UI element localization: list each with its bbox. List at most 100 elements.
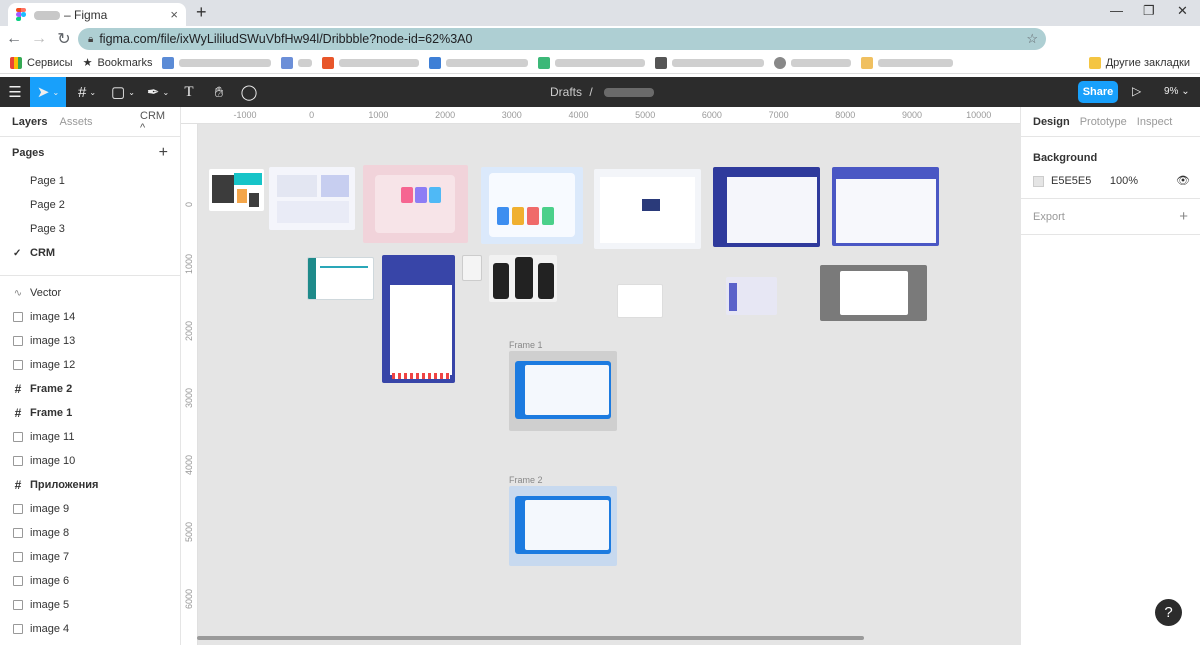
background-color-swatch[interactable] <box>1033 175 1044 187</box>
layer-item[interactable]: image 3 <box>0 641 180 645</box>
layer-item[interactable]: # Frame 1 <box>0 401 180 425</box>
reload-icon[interactable]: ↻ <box>53 29 75 49</box>
file-name[interactable] <box>604 88 655 98</box>
breadcrumb-separator: / <box>589 85 593 99</box>
canvas-image-thumbnail[interactable] <box>820 265 927 321</box>
bookmark-item[interactable] <box>322 56 420 69</box>
image-layer-icon <box>13 456 23 466</box>
main-menu-icon[interactable]: ☰ <box>0 77 30 107</box>
tab-layers[interactable]: Layers <box>12 116 47 128</box>
layer-item[interactable]: image 12 <box>0 353 180 377</box>
layer-item[interactable]: image 9 <box>0 497 180 521</box>
figma-toolbar: ☰ ➤ ⌄ # ⌄ ▢ ⌄ ✒ ⌄ T ✋︎ ◯ Drafts / Share ▷ 9%… <box>0 77 1200 107</box>
layer-item[interactable]: image 7 <box>0 545 180 569</box>
layer-item-label: image 8 <box>30 527 70 539</box>
bookmark-item[interactable] <box>774 56 852 69</box>
frame-2-label[interactable]: Frame 2 <box>509 475 543 485</box>
pages-list: Page 1 Page 2 Page 3 ✓ CRM <box>0 169 180 265</box>
layer-item[interactable]: image 14 <box>0 305 180 329</box>
bookmark-item[interactable] <box>429 56 529 69</box>
canvas-image-thumbnail[interactable] <box>713 167 820 247</box>
close-window-button[interactable]: ✕ <box>1177 3 1188 19</box>
bookmark-item[interactable] <box>162 56 272 69</box>
canvas-image-thumbnail[interactable] <box>462 255 482 281</box>
frame-tool-icon[interactable]: # ⌄ <box>72 77 102 107</box>
bookmark-item[interactable] <box>281 56 313 69</box>
frame-1-label[interactable]: Frame 1 <box>509 340 543 350</box>
url-field[interactable]: 🔒︎ figma.com/file/ixWyLililudSWuVbfHw94l… <box>78 28 1046 50</box>
canvas-image-thumbnail[interactable] <box>382 255 455 383</box>
other-bookmarks[interactable]: Другие закладки <box>1088 56 1190 69</box>
page-item[interactable]: ✓ CRM <box>0 241 180 265</box>
tab-assets[interactable]: Assets <box>59 116 92 128</box>
bookmark-services[interactable]: Сервисы <box>10 56 73 69</box>
layer-item[interactable]: ∿ Vector <box>0 281 180 305</box>
frame-2[interactable] <box>509 486 617 566</box>
bookmark-item[interactable] <box>655 56 765 69</box>
page-item[interactable]: Page 2 <box>0 193 180 217</box>
help-button[interactable]: ? <box>1155 599 1182 626</box>
bookmark-item[interactable] <box>538 56 646 69</box>
add-export-plus-icon[interactable]: + <box>1179 208 1188 225</box>
back-arrow-icon[interactable]: ← <box>3 30 25 48</box>
browser-tab-figma[interactable]: – Figma × <box>8 3 186 26</box>
canvas-image-thumbnail[interactable] <box>594 169 701 249</box>
background-color-value[interactable]: E5E5E5 <box>1051 175 1091 187</box>
comment-tool-icon[interactable]: ◯ <box>236 77 262 107</box>
layer-item[interactable]: image 11 <box>0 425 180 449</box>
canvas-image-thumbnail[interactable] <box>489 255 557 302</box>
canvas-image-thumbnail[interactable] <box>307 257 374 300</box>
page-item[interactable]: Page 1 <box>0 169 180 193</box>
bookmark-item[interactable] <box>861 56 954 69</box>
ruler-tick-label: 5000 <box>635 110 656 120</box>
hand-tool-icon[interactable]: ✋︎ <box>206 77 232 107</box>
page-item-label: CRM <box>30 247 56 259</box>
page-selector[interactable]: CRM ^ <box>140 110 168 134</box>
canvas-image-thumbnail[interactable] <box>617 284 663 318</box>
new-tab-button[interactable]: + <box>196 2 207 23</box>
tab-prototype[interactable]: Prototype <box>1080 116 1127 128</box>
image-layer-icon <box>13 432 23 442</box>
layer-item-label: image 10 <box>30 455 76 467</box>
layer-item[interactable]: # Frame 2 <box>0 377 180 401</box>
minimize-button[interactable]: — <box>1110 3 1123 18</box>
canvas-image-thumbnail[interactable] <box>363 165 468 243</box>
frame-1[interactable] <box>509 351 617 431</box>
pen-tool-icon[interactable]: ✒ ⌄ <box>143 77 173 107</box>
canvas-image-thumbnail[interactable] <box>481 167 583 244</box>
shape-tool-icon[interactable]: ▢ ⌄ <box>108 77 138 107</box>
add-page-plus-icon[interactable]: + <box>159 144 168 162</box>
bookmark-bookmarks[interactable]: ★ Bookmarks <box>83 56 153 70</box>
text-tool-icon[interactable]: T <box>176 77 202 107</box>
layer-item[interactable]: # Приложения <box>0 473 180 497</box>
tab-inspect[interactable]: Inspect <box>1137 116 1172 128</box>
move-tool-icon[interactable]: ➤ ⌄ <box>30 77 66 107</box>
page-item[interactable]: Page 3 <box>0 217 180 241</box>
breadcrumb-drafts[interactable]: Drafts <box>550 85 582 99</box>
layer-item[interactable]: image 6 <box>0 569 180 593</box>
layer-item[interactable]: image 4 <box>0 617 180 641</box>
canvas-image-thumbnail[interactable] <box>269 167 355 230</box>
ruler-tick-label: 0 <box>184 201 194 207</box>
present-play-icon[interactable]: ▷ <box>1132 84 1141 98</box>
layer-item[interactable]: image 8 <box>0 521 180 545</box>
layer-item[interactable]: image 13 <box>0 329 180 353</box>
bookmark-star-icon[interactable]: ☆ <box>1026 31 1038 47</box>
background-opacity-value[interactable]: 100% <box>1110 175 1138 187</box>
zoom-level-dropdown[interactable]: 9% ⌄ <box>1164 86 1190 97</box>
canvas-image-thumbnail[interactable] <box>832 167 939 246</box>
share-button[interactable]: Share <box>1078 81 1118 103</box>
maximize-button[interactable]: ❐ <box>1143 3 1155 19</box>
design-canvas[interactable]: -1000 0 1000 2000 3000 4000 5000 6000 7000 8000 90… <box>181 107 1020 645</box>
layer-item[interactable]: image 10 <box>0 449 180 473</box>
layer-item[interactable]: image 5 <box>0 593 180 617</box>
canvas-image-thumbnail[interactable] <box>726 277 777 315</box>
forward-arrow-icon[interactable]: → <box>28 30 50 48</box>
tab-design[interactable]: Design <box>1033 116 1070 128</box>
visibility-eye-icon[interactable]: 👁︎ <box>1176 174 1190 187</box>
canvas-image-thumbnail[interactable] <box>209 169 264 211</box>
horizontal-scrollbar[interactable] <box>197 636 864 640</box>
frame-layer-icon: # <box>14 382 22 396</box>
tab-close-icon[interactable]: × <box>170 7 178 22</box>
ruler-tick-label: 7000 <box>768 110 789 120</box>
